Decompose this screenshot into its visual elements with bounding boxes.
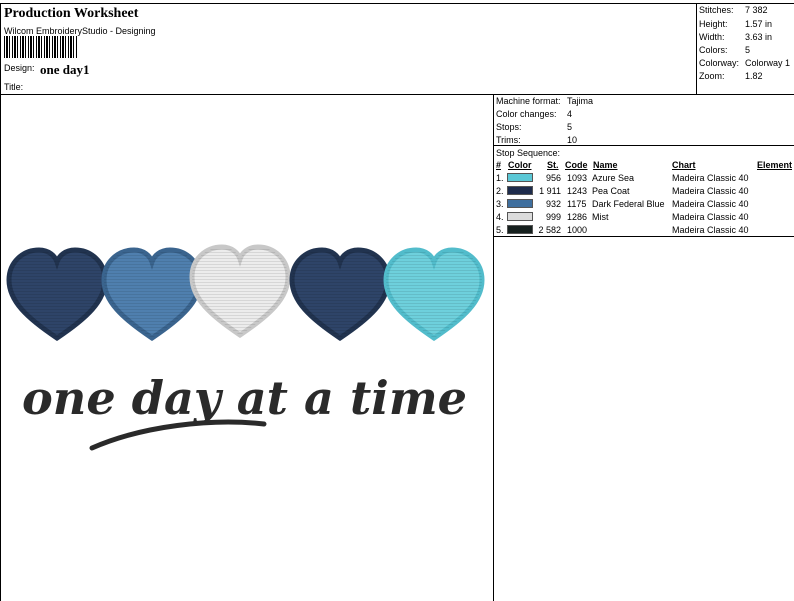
heart-5: [386, 250, 482, 338]
row-chart: Madeira Classic 40: [672, 225, 749, 235]
stat-value: 7 382: [745, 5, 768, 15]
header-element: Element: [757, 160, 793, 170]
header-name: Name: [593, 160, 618, 170]
machine-divider: [493, 145, 794, 146]
title-label: Title:: [4, 82, 24, 92]
color-swatch: [507, 186, 533, 195]
row-name: Dark Federal Blue: [592, 199, 665, 209]
stat-label: Colorway:: [699, 58, 740, 68]
worksheet-title: Production Worksheet: [4, 6, 139, 21]
design-label: Design:: [4, 63, 35, 73]
machine-value: 10: [567, 135, 578, 145]
stat-value: 1.57 in: [745, 19, 773, 29]
stat-value: Colorway 1: [745, 58, 791, 68]
row-name: Mist: [592, 212, 609, 222]
design-text: one day at a time: [22, 371, 467, 425]
left-border: [0, 3, 1, 601]
hearts-row: [9, 247, 482, 338]
row-code: 1286: [567, 212, 588, 222]
stat-label: Stitches:: [699, 5, 734, 15]
row-name: Azure Sea: [592, 173, 635, 183]
row-code: 1243: [567, 186, 588, 196]
color-swatch: [507, 212, 533, 221]
row-chart: Madeira Classic 40: [672, 199, 749, 209]
row-num: 5.: [496, 225, 504, 235]
stat-label: Zoom:: [699, 71, 725, 81]
row-name: Pea Coat: [592, 186, 630, 196]
machine-value: 5: [567, 122, 573, 132]
canvas-divider: [493, 94, 494, 601]
stat-value: 1.82: [745, 71, 763, 81]
stat-value: 3.63 in: [745, 32, 773, 42]
row-num: 4.: [496, 212, 504, 222]
stats-divider: [696, 3, 697, 94]
row-num: 2.: [496, 186, 504, 196]
header-code: Code: [565, 160, 588, 170]
stat-label: Colors:: [699, 45, 728, 55]
row-code: 1093: [567, 173, 588, 183]
header-st: St.: [547, 160, 559, 170]
header-num: #: [496, 160, 502, 170]
row-chart: Madeira Classic 40: [672, 186, 749, 196]
row-chart: Madeira Classic 40: [672, 212, 749, 222]
barcode: [4, 36, 78, 58]
row-chart: Madeira Classic 40: [672, 173, 749, 183]
row-st: 999: [545, 212, 561, 222]
row-num: 3.: [496, 199, 504, 209]
machine-label: Trims:: [496, 135, 521, 145]
header-bottom-border: [0, 94, 794, 95]
color-swatch: [507, 225, 533, 234]
stat-label: Height:: [699, 19, 728, 29]
heart-2: [104, 250, 200, 338]
row-code: 1175: [567, 199, 587, 209]
row-st: 956: [545, 173, 561, 183]
machine-label: Machine format:: [496, 96, 561, 106]
design-name: one day1: [40, 62, 90, 77]
header-color: Color: [508, 160, 532, 170]
heart-3: [192, 247, 288, 335]
software-name: Wilcom EmbroideryStudio - Designing: [4, 26, 156, 36]
heart-4: [292, 250, 388, 338]
heart-1: [9, 250, 105, 338]
stop-sequence-label: Stop Sequence:: [496, 148, 561, 158]
row-st: 1 911: [539, 186, 561, 196]
header-chart: Chart: [672, 160, 696, 170]
color-swatch: [507, 199, 533, 208]
row-st: 2 582: [538, 225, 561, 235]
text-swash: [89, 419, 267, 451]
stat-value: 5: [745, 45, 751, 55]
stat-label: Width:: [699, 32, 725, 42]
row-code: 1000: [567, 225, 588, 235]
row-st: 932: [545, 199, 561, 209]
row-num: 1.: [496, 173, 504, 183]
top-border: [0, 3, 794, 4]
machine-label: Stops:: [496, 122, 522, 132]
machine-value: Tajima: [567, 96, 594, 106]
color-swatch: [507, 173, 533, 182]
machine-label: Color changes:: [496, 109, 557, 119]
table-bottom-border: [493, 236, 794, 237]
design-preview: one day at a time: [2, 96, 492, 451]
machine-value: 4: [567, 109, 573, 119]
